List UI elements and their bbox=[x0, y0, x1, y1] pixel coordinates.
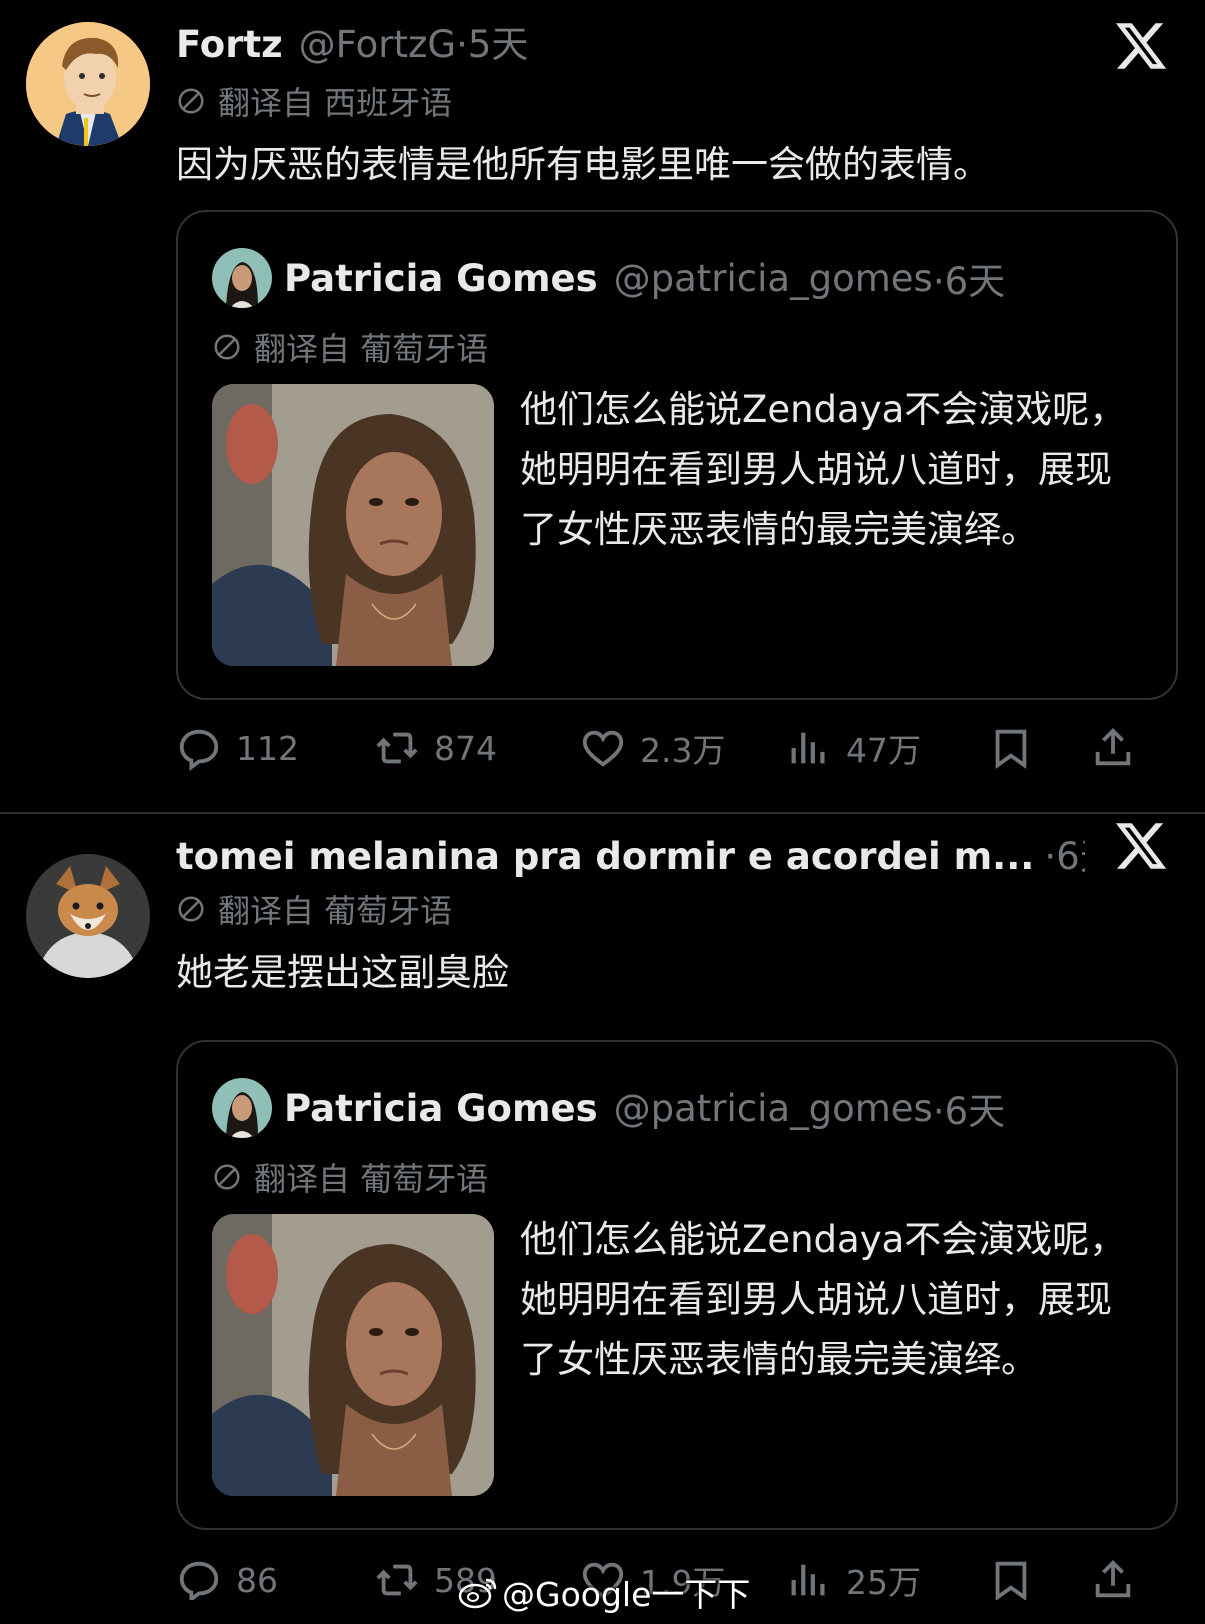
reply-count: 112 bbox=[236, 728, 299, 768]
translate-icon bbox=[214, 334, 240, 360]
reply-button[interactable]: 112 bbox=[176, 720, 299, 776]
weibo-watermark: @Google一下下 bbox=[458, 1568, 750, 1616]
quote-author-handle[interactable]: @patricia_gomes bbox=[614, 1087, 933, 1130]
quote-tweet[interactable]: Patricia Gomes @patricia_gomes ·6天 翻译自 葡… bbox=[176, 1040, 1178, 1530]
views-icon bbox=[791, 732, 825, 764]
views-icon bbox=[791, 1564, 825, 1596]
quote-time[interactable]: ·6天 bbox=[933, 1081, 1005, 1135]
avatar-fortz[interactable] bbox=[26, 22, 150, 146]
tweet-header: Fortz @FortzG ·5天 bbox=[176, 14, 1085, 70]
quote-media-image[interactable] bbox=[212, 1214, 494, 1496]
quote-header: Patricia Gomes @patricia_gomes ·6天 bbox=[284, 1078, 1005, 1138]
bookmark-button[interactable] bbox=[988, 720, 1048, 776]
avatar-fox[interactable] bbox=[26, 854, 150, 978]
quote-header: Patricia Gomes @patricia_gomes ·6天 bbox=[284, 248, 1005, 308]
quote-media-image[interactable] bbox=[212, 384, 494, 666]
tweet-divider bbox=[0, 812, 1205, 814]
translated-label[interactable]: 翻译自 西班牙语 bbox=[176, 78, 452, 124]
heart-icon bbox=[582, 730, 624, 767]
x-logo-icon bbox=[1115, 823, 1167, 869]
tweet-tomei[interactable]: tomei melanina pra dormir e acordei m...… bbox=[0, 823, 1205, 1624]
retweet-button[interactable]: 874 bbox=[374, 720, 497, 776]
quote-text: 他们怎么能说Zendaya不会演戏呢，她明明在看到男人胡说八道时，展现了女性厌恶… bbox=[520, 388, 1127, 551]
reply-count: 86 bbox=[236, 1560, 278, 1600]
translated-label[interactable]: 翻译自 葡萄牙语 bbox=[176, 886, 452, 932]
tweet-time[interactable]: ·5天 bbox=[456, 14, 528, 68]
share-button[interactable] bbox=[1090, 720, 1150, 776]
watermark-text: @Google一下下 bbox=[502, 1575, 751, 1614]
translate-icon bbox=[178, 896, 204, 922]
share-icon bbox=[1095, 1560, 1131, 1598]
quote-translated-text: 翻译自 葡萄牙语 bbox=[254, 1160, 489, 1198]
translate-icon bbox=[214, 1164, 240, 1190]
avatar-patricia[interactable] bbox=[212, 1078, 272, 1138]
share-icon bbox=[1095, 728, 1131, 766]
weibo-logo-icon bbox=[458, 1578, 497, 1609]
quote-text: 他们怎么能说Zendaya不会演戏呢，她明明在看到男人胡说八道时，展现了女性厌恶… bbox=[520, 1218, 1127, 1381]
retweet-icon bbox=[376, 1564, 418, 1596]
profile-photo-image bbox=[212, 1078, 272, 1138]
tweet-text: 因为厌恶的表情是他所有电影里唯一会做的表情。 bbox=[176, 143, 990, 186]
views-button[interactable]: 47万 bbox=[786, 720, 921, 776]
quote-tweet[interactable]: Patricia Gomes @patricia_gomes ·6天 翻译自 葡… bbox=[176, 210, 1178, 700]
author-name[interactable]: Fortz bbox=[176, 23, 283, 66]
like-count: 2.3万 bbox=[640, 731, 726, 770]
author-name[interactable]: tomei melanina pra dormir e acordei m... bbox=[176, 835, 1034, 878]
bookmark-icon bbox=[995, 729, 1027, 769]
author-handle[interactable]: @FortzG bbox=[299, 23, 456, 66]
quote-author-name[interactable]: Patricia Gomes bbox=[284, 1087, 598, 1130]
quote-time[interactable]: ·6天 bbox=[933, 251, 1005, 305]
views-count: 25万 bbox=[846, 1563, 921, 1602]
translated-text: 翻译自 西班牙语 bbox=[218, 84, 453, 122]
reply-icon bbox=[179, 1561, 219, 1603]
views-count: 47万 bbox=[846, 731, 921, 770]
quote-author-name[interactable]: Patricia Gomes bbox=[284, 257, 598, 300]
translate-icon bbox=[178, 88, 204, 114]
quote-translated-label[interactable]: 翻译自 葡萄牙语 bbox=[212, 324, 488, 370]
movie-still-image bbox=[212, 1214, 494, 1496]
reply-icon bbox=[179, 729, 219, 771]
tweet-fortz[interactable]: Fortz @FortzG ·5天 翻译自 西班牙语 因为厌恶的表情是他所有电影… bbox=[0, 0, 1205, 786]
tweet-time[interactable]: ·6天 bbox=[1044, 826, 1085, 880]
retweet-count: 874 bbox=[434, 728, 497, 768]
profile-photo-image bbox=[212, 248, 272, 308]
action-bar: 112 874 2.3万 47万 bbox=[176, 720, 1178, 776]
avatar-patricia[interactable] bbox=[212, 248, 272, 308]
tweet-header: tomei melanina pra dormir e acordei m...… bbox=[176, 826, 1085, 882]
quote-translated-label[interactable]: 翻译自 葡萄牙语 bbox=[212, 1154, 488, 1200]
like-button[interactable]: 2.3万 bbox=[580, 720, 725, 776]
movie-still-image bbox=[212, 384, 494, 666]
x-logo-icon bbox=[1115, 23, 1167, 69]
cartoon-avatar-image bbox=[26, 22, 150, 146]
retweet-icon bbox=[376, 732, 418, 764]
bookmark-icon bbox=[995, 1561, 1027, 1601]
tweet-text: 她老是摆出这副臭脸 bbox=[176, 951, 509, 994]
translated-text: 翻译自 葡萄牙语 bbox=[218, 892, 453, 930]
quote-author-handle[interactable]: @patricia_gomes bbox=[614, 257, 933, 300]
quote-translated-text: 翻译自 葡萄牙语 bbox=[254, 330, 489, 368]
fox-avatar-image bbox=[26, 854, 150, 978]
